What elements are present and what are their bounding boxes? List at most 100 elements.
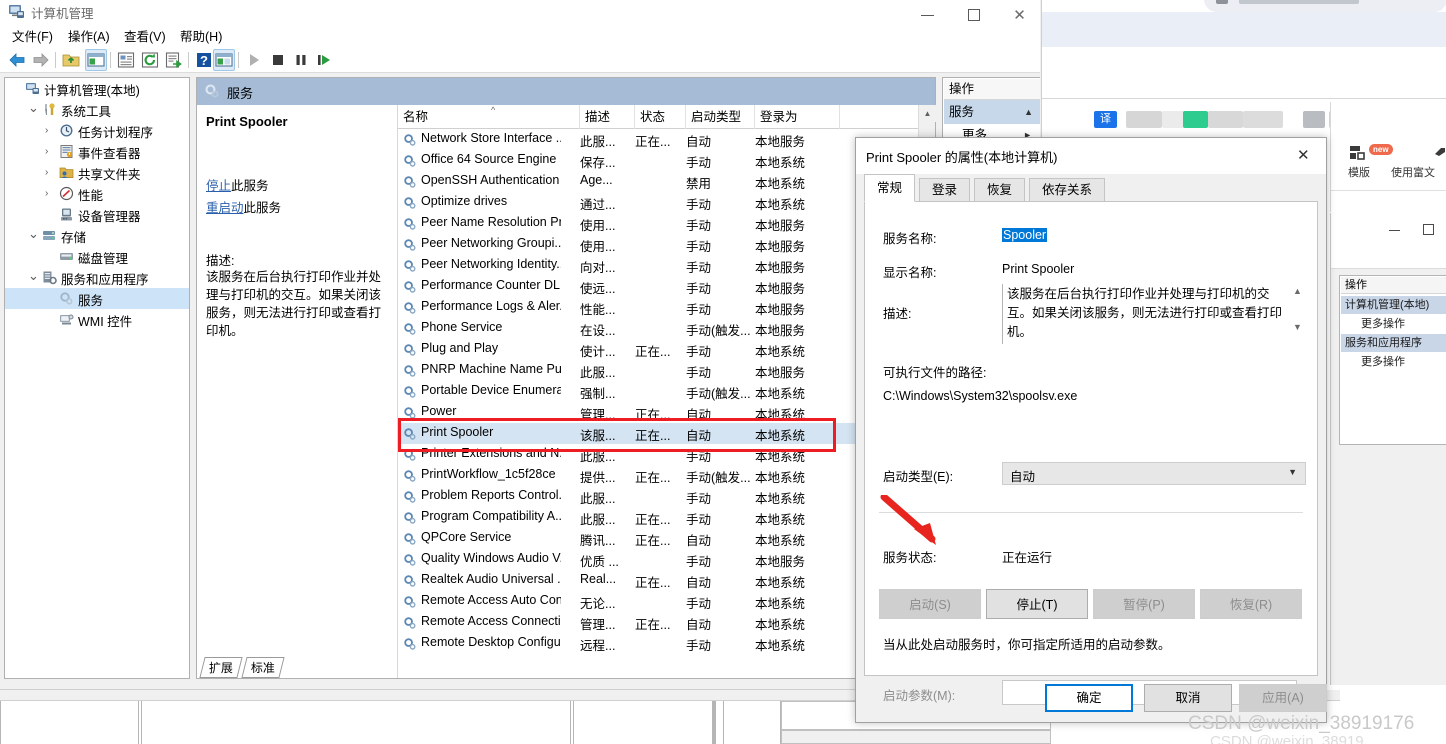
bg-cm-group-1-more[interactable]: 更多操作 [1341,353,1446,371]
tree-item-1[interactable]: ⌄ 系统工具 [5,99,189,120]
service-row[interactable]: Network Store Interface ... 此服... 正在... 自动 本… [398,129,918,150]
tree-item-5[interactable]: › 性能 [5,183,189,204]
chevron-up-icon[interactable]: ▲ [1024,100,1033,124]
restart-service-link[interactable]: 重启动此服务 [206,197,281,216]
tree-item-2[interactable]: › 任务计划程序 [5,120,189,141]
pause-service-button[interactable]: 暂停(P) [1093,589,1195,619]
chevron-down-icon[interactable]: ⌄ [28,226,39,241]
back-arrow-icon[interactable] [7,50,27,70]
menu-view[interactable]: 查看(V) [118,25,172,49]
tree-item-6[interactable]: 设备管理器 [5,204,189,225]
tree-item-4[interactable]: › 共享文件夹 [5,162,189,183]
bg-cm-minimize-icon[interactable] [1389,230,1400,231]
service-row[interactable]: Peer Networking Identity... 向对... 手动 本地服务 [398,255,918,276]
service-row[interactable]: PrintWorkflow_1c5f28ce 提供... 正在... 手动(触发...… [398,465,918,486]
refresh-icon[interactable] [140,50,160,70]
service-row[interactable]: Print Spooler 该服... 正在... 自动 本地系统 [398,423,918,444]
tree-item-8[interactable]: 磁盘管理 [5,246,189,267]
service-row[interactable]: Optimize drives 通过... 手动 本地系统 [398,192,918,213]
startup-type-select[interactable]: 自动 ▼ [1002,462,1306,485]
stop-link-text[interactable]: 停止 [206,179,231,193]
service-row[interactable]: OpenSSH Authentication ... Age... 禁用 本地系统 [398,171,918,192]
ok-button[interactable]: 确定 [1045,684,1133,712]
column-header-logon-as[interactable]: 登录为 [755,105,840,129]
service-row[interactable]: Realtek Audio Universal ... Real... 正在... 自… [398,570,918,591]
tree-item-11[interactable]: WMI 控件 [5,309,189,330]
bg-cm-group-0[interactable]: 计算机管理(本地) [1341,296,1446,314]
service-row[interactable]: Remote Desktop Configu... 远程... 手动 本地系统 [398,633,918,654]
service-row[interactable]: Plug and Play 使计... 正在... 手动 本地系统 [398,339,918,360]
service-row[interactable]: Power 管理... 正在... 自动 本地系统 [398,402,918,423]
forward-arrow-icon[interactable] [31,50,51,70]
chevron-down-icon[interactable]: ⌄ [28,268,39,283]
tab-dependencies[interactable]: 依存关系 [1029,178,1106,202]
service-row[interactable]: Phone Service 在设... 手动(触发... 本地服务 [398,318,918,339]
restart-service-icon[interactable] [314,50,334,70]
bg-cm-maximize-icon[interactable] [1423,224,1434,235]
bg-cm-group-0-more[interactable]: 更多操作 [1341,315,1446,333]
service-row[interactable]: Remote Access Connecti... 管理... 正在... 自动 本地系… [398,612,918,633]
service-row[interactable]: Program Compatibility A... 此服... 正在... 手动 本地… [398,507,918,528]
tab-standard[interactable]: 标准 [241,657,285,678]
dialog-close-button[interactable]: ✕ [1281,138,1326,168]
description-textarea[interactable]: 该服务在后台执行打印作业并处理与打印机的交互。如果关闭该服务，则无法进行打印或查… [1002,284,1306,344]
service-row[interactable]: Peer Networking Groupi... 使用... 手动 本地服务 [398,234,918,255]
service-name-value[interactable]: Spooler [1002,228,1048,242]
service-row[interactable]: Portable Device Enumera... 强制... 手动(触发... 本… [398,381,918,402]
start-service-button[interactable]: 启动(S) [879,589,981,619]
service-row[interactable]: Office 64 Source Engine 保存... 手动 本地系统 [398,150,918,171]
column-header-name[interactable]: 名称 [398,105,580,129]
up-folder-icon[interactable] [61,50,81,70]
service-row[interactable]: Peer Name Resolution Pr... 使用... 手动 本地服务 [398,213,918,234]
tree-item-7[interactable]: ⌄ 存储 [5,225,189,246]
service-row[interactable]: Problem Reports Control... 此服... 手动 本地系统 [398,486,918,507]
column-header-startup-type[interactable]: 启动类型 [686,105,755,129]
show-action-pane-icon[interactable] [214,50,234,70]
bg-cm-group-1[interactable]: 服务和应用程序 [1341,334,1446,352]
tree-item-9[interactable]: ⌄ 服务和应用程序 [5,267,189,288]
menu-help[interactable]: 帮助(H) [174,25,228,49]
stop-service-icon[interactable] [268,50,288,70]
service-row[interactable]: Quality Windows Audio V... 优质 ... 手动 本地服务 [398,549,918,570]
tab-extended[interactable]: 扩展 [199,657,243,678]
show-hide-tree-icon[interactable] [86,50,106,70]
service-row[interactable]: QPCore Service 腾讯... 正在... 自动 本地系统 [398,528,918,549]
chevron-right-icon[interactable]: › [45,146,55,157]
chevron-right-icon[interactable]: › [45,167,55,178]
tab-logon[interactable]: 登录 [919,178,971,202]
chevron-down-icon[interactable]: ▼ [1288,467,1297,477]
pause-service-icon[interactable] [291,50,311,70]
service-row[interactable]: Performance Counter DL... 使远... 手动 本地服务 [398,276,918,297]
description-scrollbar[interactable]: ▲ ▼ [1289,284,1306,344]
chevron-right-icon[interactable]: › [45,125,55,136]
actions-group-services[interactable]: 服务 ▲ [944,100,1040,124]
tree-item-10[interactable]: 服务 [5,288,189,309]
apply-button[interactable]: 应用(A) [1239,684,1327,712]
tab-recovery[interactable]: 恢复 [974,178,1026,202]
scroll-up-icon[interactable]: ▲ [1289,286,1306,302]
restart-link-text[interactable]: 重启动 [206,201,244,215]
chevron-right-icon[interactable]: › [45,188,55,199]
stop-service-button[interactable]: 停止(T) [986,589,1088,619]
chevron-down-icon[interactable]: ⌄ [28,100,39,115]
scroll-down-icon[interactable]: ▼ [1289,322,1306,338]
export-list-icon[interactable] [164,50,184,70]
service-row[interactable]: PNRP Machine Name Pu... 此服... 手动 本地服务 [398,360,918,381]
service-row[interactable]: Remote Access Auto Con... 无论... 手动 本地系统 [398,591,918,612]
column-header-status[interactable]: 状态 [635,105,686,129]
start-service-icon[interactable] [244,50,264,70]
tree-item-0[interactable]: 计算机管理(本地) [5,78,189,99]
tab-general[interactable]: 常规 [864,174,916,202]
service-row[interactable]: Performance Logs & Aler... 性能... 手动 本地服务 [398,297,918,318]
scroll-up-icon[interactable]: ▲ [919,105,936,122]
menu-file[interactable]: 文件(F) [6,25,59,49]
menu-action[interactable]: 操作(A) [62,25,116,49]
stop-service-link[interactable]: 停止此服务 [206,175,269,194]
column-header-description[interactable]: 描述 [580,105,635,129]
service-row[interactable]: Printer Extensions and N... 此服... 手动 本地系统 [398,444,918,465]
resume-service-button[interactable]: 恢复(R) [1200,589,1302,619]
help-icon[interactable]: ? [194,50,214,70]
properties-icon[interactable] [116,50,136,70]
tree-item-3[interactable]: › 事件查看器 [5,141,189,162]
cancel-button[interactable]: 取消 [1144,684,1232,712]
